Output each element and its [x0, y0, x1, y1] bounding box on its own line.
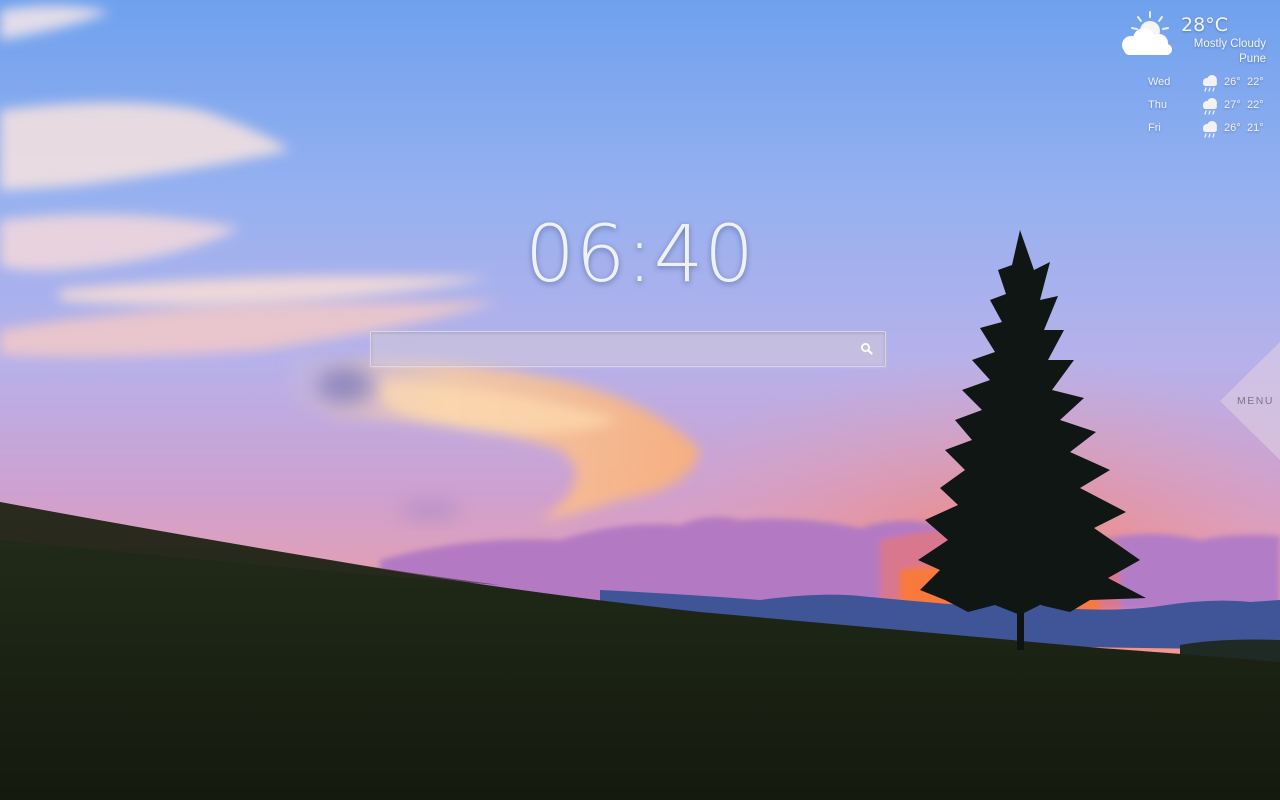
- forecast-low: 21°: [1247, 122, 1264, 134]
- search-button[interactable]: [857, 339, 877, 359]
- weather-location: Pune: [1239, 53, 1266, 65]
- forecast-high: 26°: [1224, 122, 1241, 134]
- partly-cloudy-sun-icon: [1122, 11, 1172, 55]
- rain-cloud-icon: [1203, 121, 1217, 138]
- forecast-row-thu: Thu 27° 22°: [1136, 96, 1266, 119]
- forecast-low: 22°: [1247, 76, 1264, 88]
- search-icon: [861, 343, 873, 355]
- clock-time: 06:40: [525, 210, 755, 300]
- forecast-day: Fri: [1148, 122, 1161, 134]
- search-input[interactable]: [371, 332, 841, 366]
- weather-condition: Mostly Cloudy: [1193, 38, 1266, 50]
- forecast-day: Thu: [1148, 99, 1167, 111]
- rain-cloud-icon: [1203, 98, 1217, 115]
- forecast-row-fri: Fri 26° 21°: [1136, 119, 1266, 142]
- forecast-high: 27°: [1224, 99, 1241, 111]
- current-temperature: 28°C: [1181, 14, 1228, 36]
- new-tab-page: 06:40 28°C Mostly Cloudy Pune Wed 26° 22…: [0, 0, 1280, 800]
- search-bar[interactable]: [370, 331, 886, 367]
- forecast-high: 26°: [1224, 76, 1241, 88]
- rain-cloud-icon: [1203, 75, 1217, 92]
- forecast-low: 22°: [1247, 99, 1264, 111]
- forecast-day: Wed: [1148, 76, 1171, 88]
- forecast-row-wed: Wed 26° 22°: [1136, 73, 1266, 96]
- background-landscape-image: [0, 0, 1280, 800]
- menu-button[interactable]: MENU: [1220, 342, 1280, 460]
- menu-label: MENU: [1237, 395, 1274, 407]
- forecast-list: Wed 26° 22° Thu 27° 22° Fri 26° 21°: [1136, 73, 1266, 142]
